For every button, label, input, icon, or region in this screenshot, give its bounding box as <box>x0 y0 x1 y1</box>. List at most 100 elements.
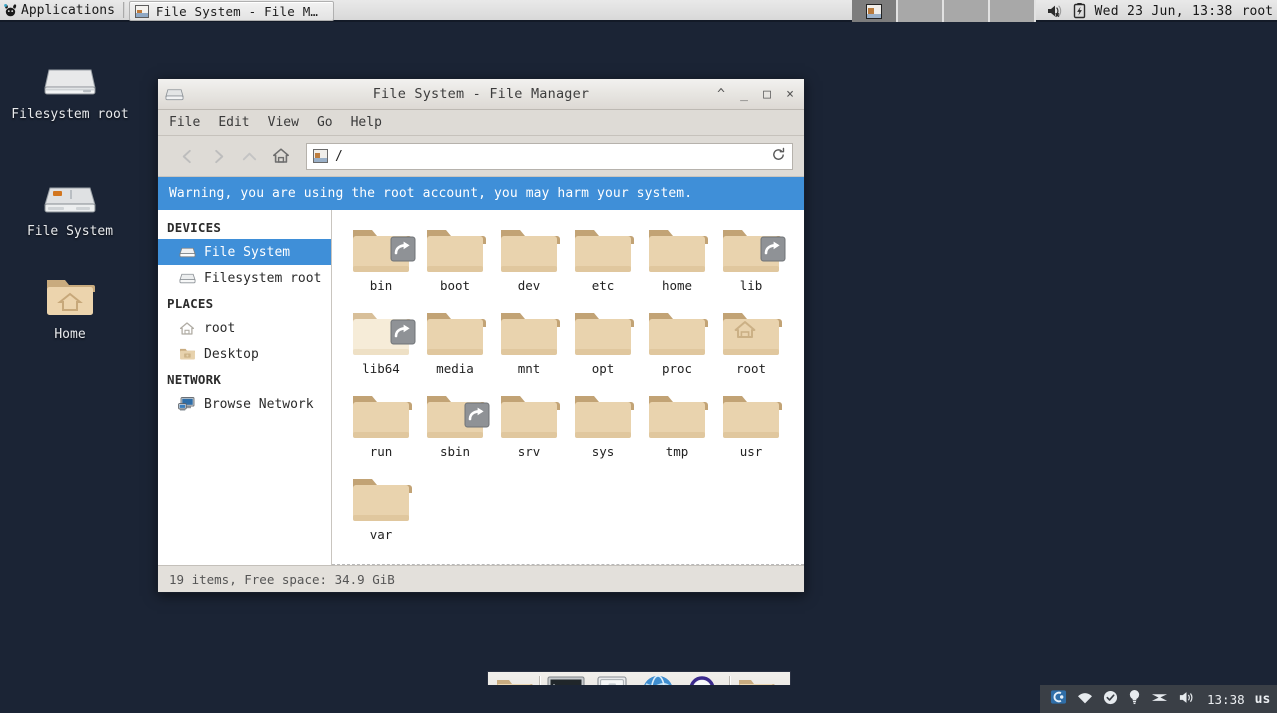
file-item[interactable]: sys <box>566 384 640 459</box>
file-item[interactable]: lib64 <box>344 301 418 376</box>
folder-icon <box>492 218 566 276</box>
sidebar-item-root[interactable]: root <box>158 315 331 341</box>
workspace-4[interactable] <box>989 0 1036 22</box>
file-item[interactable]: sbin <box>418 384 492 459</box>
bottom-system-tray: 13:38 us <box>1040 685 1277 713</box>
bottom-clock[interactable]: 13:38 <box>1207 692 1245 707</box>
file-grid: bin boot dev etc home lib lib64 media mn… <box>332 218 804 542</box>
battery-charging-icon[interactable] <box>1073 3 1086 19</box>
keyboard-layout-indicator[interactable]: us <box>1255 692 1271 707</box>
back-button[interactable] <box>172 142 203 170</box>
file-item[interactable]: var <box>344 467 418 542</box>
file-item[interactable]: etc <box>566 218 640 293</box>
reload-button[interactable] <box>771 147 786 166</box>
sidebar-item-filesystem-root[interactable]: Filesystem root <box>158 265 331 291</box>
window-minimize-button[interactable]: _ <box>738 88 750 101</box>
panel-separator <box>122 2 125 18</box>
desktop-icon-file-system[interactable]: File System <box>7 165 133 240</box>
wifi-icon[interactable] <box>1077 690 1093 709</box>
window-shade-button[interactable]: ^ <box>715 88 727 101</box>
file-item-label: dev <box>517 278 541 293</box>
up-button[interactable] <box>234 142 265 170</box>
window-body: DEVICES File System Filesystem root PLAC… <box>158 210 804 565</box>
applications-menu-label: Applications <box>21 2 115 18</box>
menu-go[interactable]: Go <box>317 115 333 130</box>
desktop-icon-home[interactable]: Home <box>7 268 133 343</box>
file-item[interactable]: proc <box>640 301 714 376</box>
file-item-label: home <box>661 278 693 293</box>
workspace-switcher[interactable] <box>851 0 1036 22</box>
sidebar-item-file-system[interactable]: File System <box>158 239 331 265</box>
menu-view[interactable]: View <box>268 115 299 130</box>
sidebar-header-places: PLACES <box>167 296 214 311</box>
sidebar-item-desktop[interactable]: Desktop <box>158 341 331 367</box>
desktop-icon-label: Filesystem root <box>11 107 129 122</box>
workspace-2[interactable] <box>897 0 944 22</box>
sidebar-header-network: NETWORK <box>167 372 222 387</box>
filesystem-icon <box>313 149 328 163</box>
file-item[interactable]: tmp <box>640 384 714 459</box>
file-item[interactable]: home <box>640 218 714 293</box>
menu-edit[interactable]: Edit <box>218 115 249 130</box>
window-maximize-button[interactable]: □ <box>761 88 773 101</box>
menu-file[interactable]: File <box>169 115 200 130</box>
folder-icon <box>640 218 714 276</box>
folder-icon <box>344 301 418 359</box>
folder-icon <box>344 467 418 525</box>
desktop-folder-icon <box>178 346 196 362</box>
desktop-icon-filesystem-root[interactable]: Filesystem root <box>7 48 133 123</box>
file-item-label: boot <box>439 278 471 293</box>
file-item[interactable]: media <box>418 301 492 376</box>
sidebar-header-devices: DEVICES <box>167 220 222 235</box>
file-item[interactable]: dev <box>492 218 566 293</box>
menu-bar: File Edit View Go Help <box>158 110 804 136</box>
file-item[interactable]: root <box>714 301 788 376</box>
network-activity-icon[interactable] <box>1151 690 1168 709</box>
app-indicator-icon[interactable] <box>1050 689 1067 709</box>
file-item[interactable]: mnt <box>492 301 566 376</box>
drive-icon <box>178 244 196 260</box>
folder-icon <box>344 384 418 442</box>
file-item[interactable]: usr <box>714 384 788 459</box>
folder-icon <box>640 301 714 359</box>
file-item-label: mnt <box>517 361 541 376</box>
folder-icon <box>714 301 788 359</box>
forward-button[interactable] <box>203 142 234 170</box>
home-button[interactable] <box>265 142 296 170</box>
desktop-icon-label: Home <box>54 327 86 342</box>
sidebar-item-browse-network[interactable]: Browse Network <box>158 391 331 417</box>
panel-username[interactable]: root <box>1242 4 1273 19</box>
file-item[interactable]: boot <box>418 218 492 293</box>
system-tray: Wed 23 Jun, 13:38 root <box>1036 0 1277 22</box>
window-close-button[interactable]: × <box>784 88 796 101</box>
file-item[interactable]: lib <box>714 218 788 293</box>
folder-icon <box>418 301 492 359</box>
speaker-muted-icon[interactable] <box>1046 3 1064 19</box>
tips-icon[interactable] <box>1128 689 1141 709</box>
taskbar-button-file-manager[interactable]: File System - File M… <box>128 1 334 21</box>
menu-help[interactable]: Help <box>351 115 382 130</box>
file-item[interactable]: run <box>344 384 418 459</box>
panel-spacer <box>334 0 852 20</box>
file-item[interactable]: bin <box>344 218 418 293</box>
applications-menu-button[interactable]: Applications <box>0 0 121 20</box>
folder-icon <box>566 301 640 359</box>
file-list-view[interactable]: bin boot dev etc home lib lib64 media mn… <box>332 210 804 565</box>
file-item-label: lib <box>739 278 763 293</box>
updates-ok-icon[interactable] <box>1103 690 1118 709</box>
volume-icon[interactable] <box>1178 690 1195 709</box>
file-item-label: bin <box>369 278 393 293</box>
top-panel: Applications File System - File M… Wed 2… <box>0 0 1277 22</box>
file-item[interactable]: srv <box>492 384 566 459</box>
file-item-label: srv <box>517 444 541 459</box>
xfce-mouse-icon <box>3 3 18 18</box>
workspace-1[interactable] <box>851 0 898 22</box>
window-titlebar[interactable]: File System - File Manager ^ _ □ × <box>158 79 804 110</box>
path-entry[interactable]: / <box>306 142 793 170</box>
file-item[interactable]: opt <box>566 301 640 376</box>
status-bar: 19 items, Free space: 34.9 GiB <box>158 565 804 592</box>
workspace-3[interactable] <box>943 0 990 22</box>
status-text: 19 items, Free space: 34.9 GiB <box>169 571 395 587</box>
folder-icon <box>714 384 788 442</box>
panel-clock[interactable]: Wed 23 Jun, 13:38 <box>1095 4 1233 19</box>
